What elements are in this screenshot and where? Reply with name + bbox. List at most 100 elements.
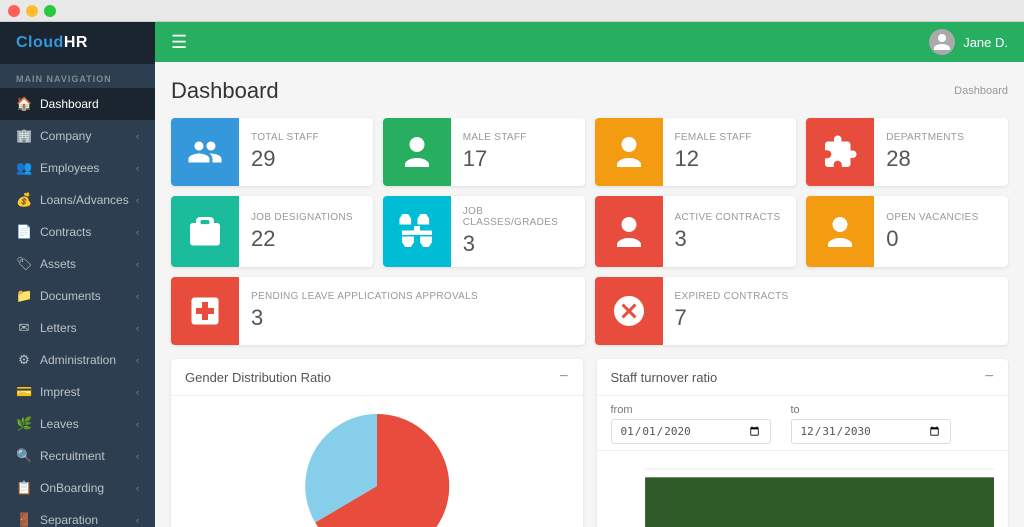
sidebar-label-employees: Employees — [40, 161, 99, 175]
sidebar-icon-contracts: 📄 — [16, 224, 32, 240]
stats-grid-row2: JOB DESIGNATIONS 22 JOB CLASSES/GRADES 3… — [171, 196, 1008, 267]
stat-value-pending-leave: 3 — [251, 305, 478, 331]
chevron-icon-letters: ‹ — [136, 323, 139, 333]
stat-value-job-classes: 3 — [463, 231, 573, 257]
sidebar-label-separation: Separation — [40, 513, 98, 527]
sidebar-icon-leaves: 🌿 — [16, 416, 32, 432]
stat-card-job-designations[interactable]: JOB DESIGNATIONS 22 — [171, 196, 373, 267]
sidebar-item-onboarding[interactable]: 📋 OnBoarding ‹ — [0, 472, 155, 504]
stat-card-job-classes[interactable]: JOB CLASSES/GRADES 3 — [383, 196, 585, 267]
stat-icon-open-vacancies — [806, 196, 874, 267]
sidebar-label-contracts: Contracts — [40, 225, 91, 239]
stat-value-total-staff: 29 — [251, 146, 319, 172]
sidebar-item-assets[interactable]: 🏷 Assets ‹ — [0, 248, 155, 280]
sidebar-icon-employees: 👥 — [16, 160, 32, 176]
sidebar-item-separation[interactable]: 🚪 Separation ‹ — [0, 504, 155, 527]
chevron-icon-onboarding: ‹ — [136, 483, 139, 493]
sidebar-item-contracts[interactable]: 📄 Contracts ‹ — [0, 216, 155, 248]
sidebar-item-company[interactable]: 🏢 Company ‹ — [0, 120, 155, 152]
sidebar-item-employees[interactable]: 👥 Employees ‹ — [0, 152, 155, 184]
stat-info-pending-leave: PENDING LEAVE APPLICATIONS APPROVALS 3 — [239, 277, 490, 345]
sidebar-label-imprest: Imprest — [40, 385, 80, 399]
gender-chart-body — [171, 396, 583, 527]
sidebar-icon-separation: 🚪 — [16, 512, 32, 527]
stat-info-job-classes: JOB CLASSES/GRADES 3 — [451, 196, 585, 267]
logo-cloud: Cloud — [16, 34, 64, 51]
turnover-minimize-btn[interactable]: − — [985, 369, 994, 385]
turnover-chart-header: Staff turnover ratio − — [597, 359, 1009, 396]
sidebar-logo: CloudHR — [0, 22, 155, 64]
from-date-input[interactable] — [611, 419, 771, 444]
maximize-btn[interactable] — [44, 5, 56, 17]
stat-value-expired-contracts: 7 — [675, 305, 789, 331]
title-bar — [0, 0, 1024, 22]
sidebar-item-dashboard[interactable]: 🏠 Dashboard — [0, 88, 155, 120]
sidebar-label-documents: Documents — [40, 289, 101, 303]
stat-card-male-staff[interactable]: MALE STAFF 17 — [383, 118, 585, 186]
stat-card-female-staff[interactable]: FEMALE STAFF 12 — [595, 118, 797, 186]
from-group: from — [611, 404, 771, 444]
stat-card-total-staff[interactable]: TOTAL STAFF 29 — [171, 118, 373, 186]
stat-label-job-designations: JOB DESIGNATIONS — [251, 212, 353, 223]
stat-value-job-designations: 22 — [251, 226, 353, 252]
breadcrumb: Dashboard — [954, 85, 1008, 97]
stat-icon-job-designations — [171, 196, 239, 267]
stat-info-total-staff: TOTAL STAFF 29 — [239, 118, 331, 186]
to-label: to — [791, 404, 951, 416]
gender-chart-title: Gender Distribution Ratio — [185, 370, 331, 385]
hamburger-icon[interactable]: ☰ — [171, 32, 187, 53]
sidebar-label-leaves: Leaves — [40, 417, 79, 431]
sidebar-label-dashboard: Dashboard — [40, 97, 99, 111]
from-label: from — [611, 404, 771, 416]
content-area: Dashboard Dashboard TOTAL STAFF 29 MALE … — [155, 62, 1024, 527]
sidebar-icon-onboarding: 📋 — [16, 480, 32, 496]
gender-chart-header: Gender Distribution Ratio − — [171, 359, 583, 396]
stat-icon-pending-leave — [171, 277, 239, 345]
minimize-btn[interactable] — [26, 5, 38, 17]
sidebar-nav: 🏠 Dashboard 🏢 Company ‹ 👥 Employees ‹ 💰 … — [0, 88, 155, 527]
chevron-icon-employees: ‹ — [136, 163, 139, 173]
chevron-icon-imprest: ‹ — [136, 387, 139, 397]
sidebar-item-administration[interactable]: ⚙ Administration ‹ — [0, 344, 155, 376]
sidebar-icon-imprest: 💳 — [16, 384, 32, 400]
to-group: to — [791, 404, 951, 444]
stat-info-male-staff: MALE STAFF 17 — [451, 118, 539, 186]
stats-grid-row1: TOTAL STAFF 29 MALE STAFF 17 FEMALE STAF… — [171, 118, 1008, 186]
chevron-icon-recruitment: ‹ — [136, 451, 139, 461]
chevron-icon-leaves: ‹ — [136, 419, 139, 429]
sidebar-item-leaves[interactable]: 🌿 Leaves ‹ — [0, 408, 155, 440]
gender-minimize-btn[interactable]: − — [559, 369, 568, 385]
stat-info-expired-contracts: EXPIRED CONTRACTS 7 — [663, 277, 801, 345]
sidebar-label-letters: Letters — [40, 321, 77, 335]
app-container: CloudHR MAIN NAVIGATION 🏠 Dashboard 🏢 Co… — [0, 22, 1024, 527]
sidebar-label-assets: Assets — [40, 257, 76, 271]
stat-card-open-vacancies[interactable]: OPEN VACANCIES 0 — [806, 196, 1008, 267]
page-title: Dashboard — [171, 78, 279, 104]
stat-card-departments[interactable]: DEPARTMENTS 28 — [806, 118, 1008, 186]
turnover-chart-title: Staff turnover ratio — [611, 370, 718, 385]
sidebar-item-imprest[interactable]: 💳 Imprest ‹ — [0, 376, 155, 408]
turnover-chart-card: Staff turnover ratio − from to — [597, 359, 1009, 527]
stat-info-job-designations: JOB DESIGNATIONS 22 — [239, 196, 365, 267]
stat-value-active-contracts: 3 — [675, 226, 781, 252]
sidebar-icon-loans: 💰 — [16, 192, 32, 208]
stat-value-male-staff: 17 — [463, 146, 527, 172]
sidebar-item-documents[interactable]: 📁 Documents ‹ — [0, 280, 155, 312]
chevron-icon-company: ‹ — [136, 131, 139, 141]
turnover-bar-chart: _count — [611, 459, 995, 527]
sidebar-label-administration: Administration — [40, 353, 116, 367]
stat-label-job-classes: JOB CLASSES/GRADES — [463, 206, 573, 228]
sidebar-item-loans[interactable]: 💰 Loans/Advances ‹ — [0, 184, 155, 216]
stat-card-expired-contracts[interactable]: EXPIRED CONTRACTS 7 — [595, 277, 1009, 345]
stat-value-departments: 28 — [886, 146, 964, 172]
sidebar-icon-dashboard: 🏠 — [16, 96, 32, 112]
to-date-input[interactable] — [791, 419, 951, 444]
stat-label-male-staff: MALE STAFF — [463, 132, 527, 143]
sidebar-item-recruitment[interactable]: 🔍 Recruitment ‹ — [0, 440, 155, 472]
stat-card-active-contracts[interactable]: ACTIVE CONTRACTS 3 — [595, 196, 797, 267]
stat-card-pending-leave[interactable]: PENDING LEAVE APPLICATIONS APPROVALS 3 — [171, 277, 585, 345]
sidebar-icon-assets: 🏷 — [16, 256, 32, 272]
close-btn[interactable] — [8, 5, 20, 17]
chevron-icon-administration: ‹ — [136, 355, 139, 365]
sidebar-item-letters[interactable]: ✉ Letters ‹ — [0, 312, 155, 344]
